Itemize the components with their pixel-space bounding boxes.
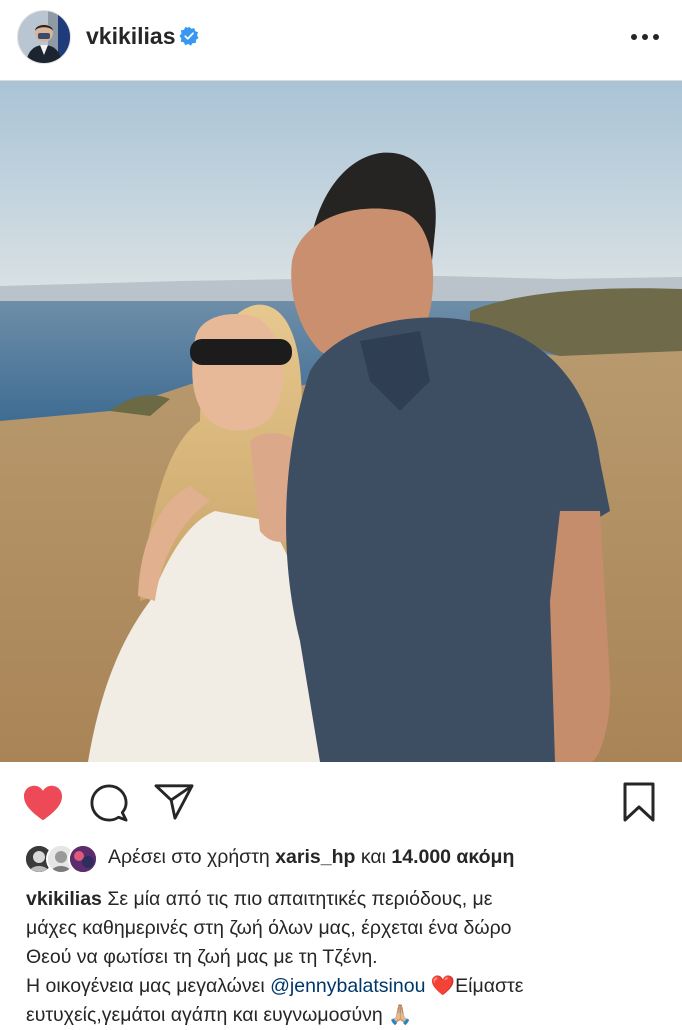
share-icon[interactable] — [154, 783, 194, 821]
heart-emoji: ❤️ — [430, 975, 456, 997]
caption-text: Είμαστε — [455, 975, 524, 997]
likes-middle: και — [360, 846, 386, 868]
caption-text: Θεού να φωτίσει τη ζωή μας με τη Τζένη. — [26, 946, 378, 968]
liker-username[interactable]: xaris_hp — [275, 846, 355, 868]
verified-badge-icon — [179, 26, 199, 46]
caption-line: Η οικογένεια μας μεγαλώνει @jennybalatsi… — [26, 972, 666, 1001]
liker-avatar[interactable] — [68, 844, 98, 874]
caption-text: Η οικογένεια μας μεγαλώνει — [26, 975, 265, 997]
post-header: vkikilias — [0, 0, 682, 81]
pray-emoji: 🙏🏼 — [388, 1004, 413, 1026]
post-caption: vkikilias Σε μία από τις πιο απαιτητικές… — [26, 885, 666, 1030]
bookmark-icon[interactable] — [622, 782, 656, 822]
likes-prefix: Αρέσει στο χρήστη — [108, 846, 270, 868]
caption-text: μάχες καθημερινές στη ζωή όλων μας, έρχε… — [26, 917, 512, 939]
likes-count[interactable]: 14.000 ακόμη — [391, 846, 514, 868]
likes-row: Αρέσει στο χρήστη xaris_hp και 14.000 ακ… — [0, 840, 682, 876]
caption-line: vkikilias Σε μία από τις πιο απαιτητικές… — [26, 885, 666, 914]
action-bar — [0, 770, 682, 830]
post-photo[interactable] — [0, 81, 682, 762]
caption-line: ευτυχείς,γεμάτοι αγάπη και ευγνωμοσύνη 🙏… — [26, 1001, 666, 1030]
more-options-icon[interactable] — [630, 32, 660, 42]
likes-summary[interactable]: Αρέσει στο χρήστη xaris_hp και 14.000 ακ… — [108, 846, 514, 869]
heart-icon[interactable] — [22, 784, 64, 822]
comment-icon[interactable] — [90, 784, 128, 822]
caption-text: ευτυχείς,γεμάτοι αγάπη και ευγνωμοσύνη — [26, 1004, 383, 1026]
caption-mention[interactable]: @jennybalatsinou — [270, 975, 425, 997]
caption-text: Σε μία από τις πιο απαιτητικές περιόδους… — [107, 888, 493, 910]
post-username[interactable]: vkikilias — [86, 23, 176, 50]
caption-username[interactable]: vkikilias — [26, 888, 102, 910]
photo-image — [0, 81, 682, 762]
profile-avatar[interactable] — [17, 10, 71, 64]
